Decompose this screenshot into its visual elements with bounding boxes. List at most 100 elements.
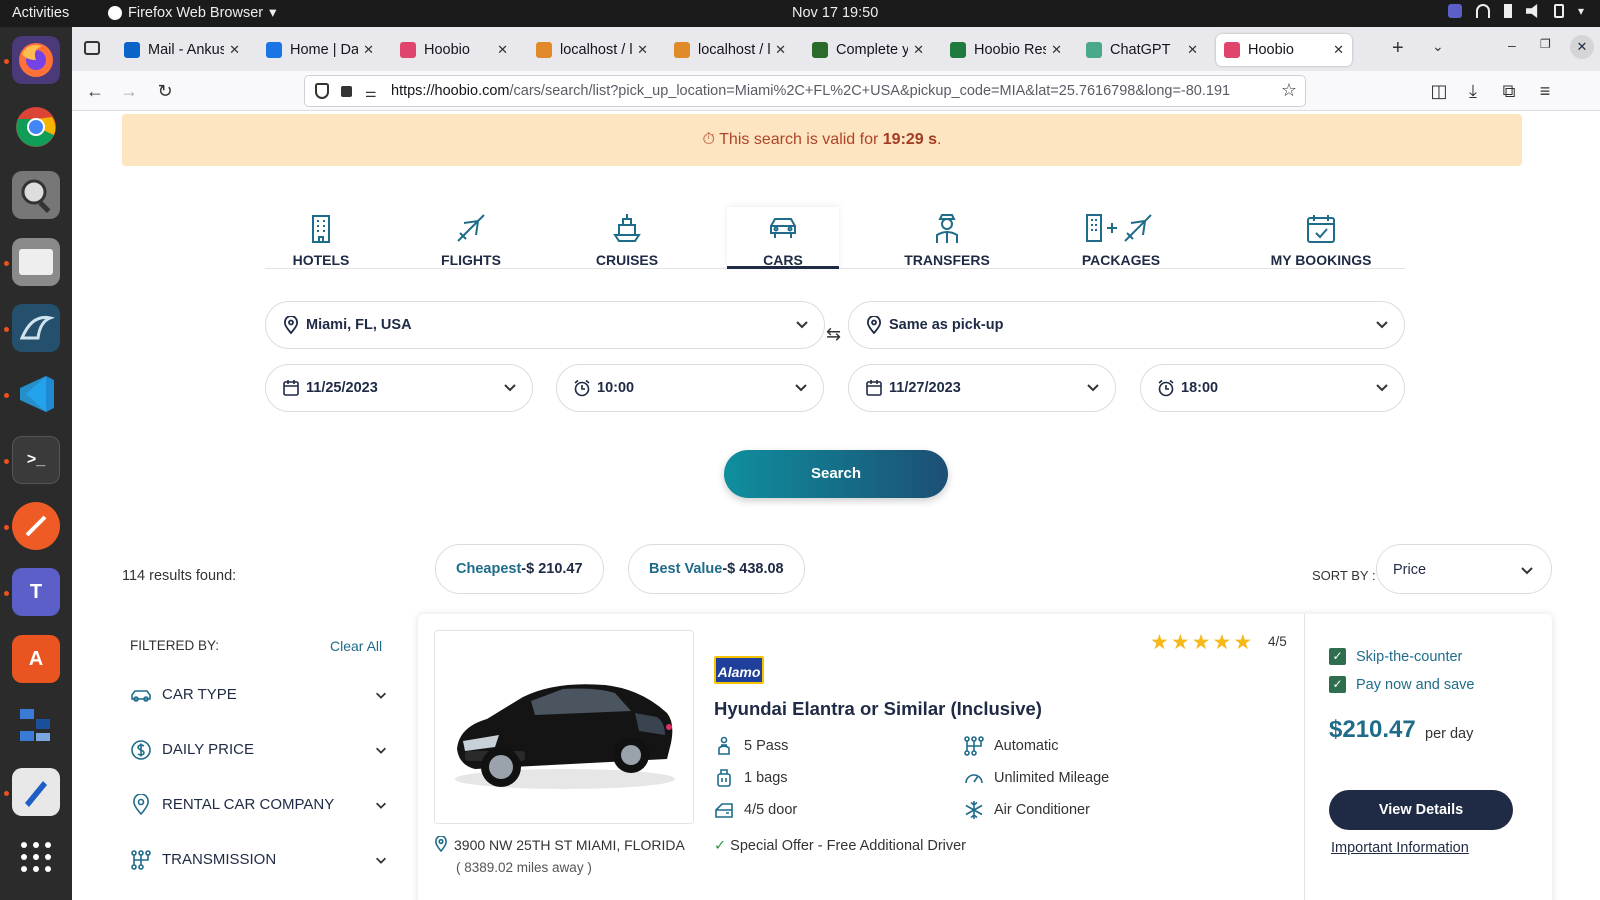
browser-tab[interactable]: Hoobio ✕	[392, 34, 516, 66]
postman-icon[interactable]	[12, 502, 60, 550]
teams-icon[interactable]: T	[12, 568, 60, 616]
snowflake-icon	[965, 801, 983, 819]
browser-tab[interactable]: Hoobio Reso ✕	[942, 34, 1070, 66]
reload-button[interactable]: ↻	[154, 80, 176, 102]
luggage-icon	[717, 769, 731, 787]
swap-locations-icon[interactable]: ⇆	[826, 324, 841, 345]
car-title[interactable]: Hyundai Elantra or Similar (Inclusive)	[714, 698, 1042, 720]
permissions-icon[interactable]: ⚌	[365, 85, 377, 101]
tab-packages[interactable]: PACKAGES	[1053, 207, 1189, 269]
close-tab-icon[interactable]: ✕	[775, 42, 786, 58]
vendor-logo: Alamo	[714, 656, 764, 684]
close-tab-icon[interactable]: ✕	[229, 42, 240, 58]
back-button[interactable]: ←	[84, 80, 106, 102]
browser-tab[interactable]: Complete yo ✕	[804, 34, 932, 66]
app-menu[interactable]: Firefox Web Browser ▾	[108, 5, 276, 21]
close-tab-icon[interactable]: ✕	[1051, 42, 1062, 58]
volume-icon[interactable]	[1525, 4, 1538, 18]
browser-tab[interactable]: localhost / lo ✕	[528, 34, 656, 66]
browser-tab[interactable]: Hoobio ✕	[1216, 34, 1352, 66]
bluetooth-icon[interactable]	[1503, 4, 1512, 18]
battery-icon[interactable]	[1553, 4, 1564, 18]
car-image[interactable]	[434, 630, 694, 824]
terminal-icon[interactable]: >_	[12, 436, 60, 484]
screenshot-icon[interactable]	[12, 171, 60, 219]
spec-text: Air Conditioner	[994, 802, 1090, 818]
extensions-icon[interactable]: ⧉	[1498, 80, 1520, 102]
dropoff-location-select[interactable]: Same as pick-up	[848, 301, 1405, 349]
pocket-icon[interactable]: ◫	[1428, 80, 1450, 102]
pickup-location-select[interactable]: Miami, FL, USA	[265, 301, 825, 349]
pickup-time-select[interactable]: 10:00	[556, 364, 824, 412]
spec-text: Automatic	[994, 738, 1059, 754]
chevron-down-icon	[504, 384, 516, 392]
tab-flights[interactable]: FLIGHTS	[415, 207, 527, 269]
wifi-icon[interactable]	[1475, 4, 1490, 18]
tab-my-bookings[interactable]: MY BOOKINGS	[1249, 207, 1393, 269]
list-tabs-button[interactable]: ⌄	[1432, 38, 1444, 55]
price-unit: per day	[1425, 726, 1474, 742]
close-tab-icon[interactable]: ✕	[637, 42, 648, 58]
dropoff-time-select[interactable]: 18:00	[1140, 364, 1405, 412]
caret-down-icon[interactable]: ▾	[1578, 4, 1584, 18]
clear-all-link[interactable]: Clear All	[330, 638, 382, 654]
downloads-icon[interactable]: ⤓	[1462, 80, 1484, 102]
show-apps-icon[interactable]	[12, 833, 60, 881]
app-center-icon[interactable]: A	[12, 635, 60, 683]
bookmark-star-icon[interactable]: ☆	[1276, 80, 1297, 101]
chrome-icon[interactable]	[12, 103, 60, 151]
text-editor-icon[interactable]	[12, 768, 60, 816]
important-information-link[interactable]: Important Information	[1331, 840, 1469, 856]
vscode-icon[interactable]	[12, 370, 60, 418]
sort-by-select[interactable]: Price	[1376, 544, 1552, 594]
firefox-icon[interactable]	[12, 36, 60, 84]
shield-icon[interactable]	[315, 83, 329, 99]
minimize-button[interactable]: –	[1508, 37, 1516, 53]
filter-daily-price[interactable]: DAILY PRICE	[130, 737, 388, 763]
forward-button[interactable]: →	[118, 80, 140, 102]
browser-tab[interactable]: Mail - Ankush ✕	[116, 34, 248, 66]
calendar-icon	[283, 380, 299, 396]
tab-overview-icon[interactable]	[84, 41, 100, 55]
plane-icon	[457, 214, 485, 242]
filter-car-type[interactable]: CAR TYPE	[130, 682, 388, 708]
files-icon[interactable]	[12, 238, 60, 286]
timer-value: 19:29 s	[882, 131, 938, 148]
browser-tab[interactable]: Home | Dashb ✕	[258, 34, 382, 66]
lock-icon[interactable]	[341, 86, 352, 97]
search-button[interactable]: Search	[724, 450, 948, 498]
activities-button[interactable]: Activities	[12, 5, 69, 21]
browser-tab[interactable]: ChatGPT ✕	[1078, 34, 1206, 66]
url-bar[interactable]: ⚌ https://hoobio.com/cars/search/list?pi…	[304, 75, 1306, 107]
cheapest-filter-pill[interactable]: Cheapest -$ 210.47	[435, 544, 604, 594]
close-tab-icon[interactable]: ✕	[363, 42, 374, 58]
tab-transfers[interactable]: TRANSFERS	[891, 207, 1003, 269]
close-tab-icon[interactable]: ✕	[1333, 42, 1344, 58]
clock[interactable]: Nov 17 19:50	[792, 5, 878, 21]
mysql-workbench-icon[interactable]	[12, 304, 60, 352]
favicon-icon	[400, 42, 416, 58]
new-tab-button[interactable]: +	[1392, 37, 1404, 60]
menu-icon[interactable]: ≡	[1534, 80, 1556, 102]
dropoff-date-select[interactable]: 11/27/2023	[848, 364, 1116, 412]
close-tab-icon[interactable]: ✕	[497, 42, 508, 58]
pickup-date-select[interactable]: 11/25/2023	[265, 364, 533, 412]
caret-down-icon: ▾	[269, 5, 277, 21]
close-tab-icon[interactable]: ✕	[1187, 42, 1198, 58]
view-details-button[interactable]: View Details	[1329, 790, 1513, 830]
tab-cruises[interactable]: CRUISES	[571, 207, 683, 269]
tab-hotels[interactable]: HOTELS	[265, 207, 377, 269]
filter-transmission[interactable]: TRANSMISSION	[130, 847, 388, 873]
tab-cars[interactable]: CARS	[727, 207, 839, 269]
app-grid-icon[interactable]	[12, 701, 60, 749]
url-host: https://hoobio.com	[391, 83, 510, 99]
teams-tray-icon[interactable]	[1447, 4, 1462, 18]
close-tab-icon[interactable]: ✕	[913, 42, 924, 58]
maximize-button[interactable]: ❐	[1540, 37, 1551, 51]
close-window-button[interactable]: ✕	[1570, 35, 1594, 59]
best-value-filter-pill[interactable]: Best Value -$ 438.08	[628, 544, 805, 594]
system-tray[interactable]: ▾	[1447, 4, 1584, 18]
best-value-value: -$ 438.08	[722, 561, 784, 577]
filter-rental-car-company[interactable]: RENTAL CAR COMPANY	[130, 792, 388, 818]
browser-tab[interactable]: localhost / lo ✕	[666, 34, 794, 66]
